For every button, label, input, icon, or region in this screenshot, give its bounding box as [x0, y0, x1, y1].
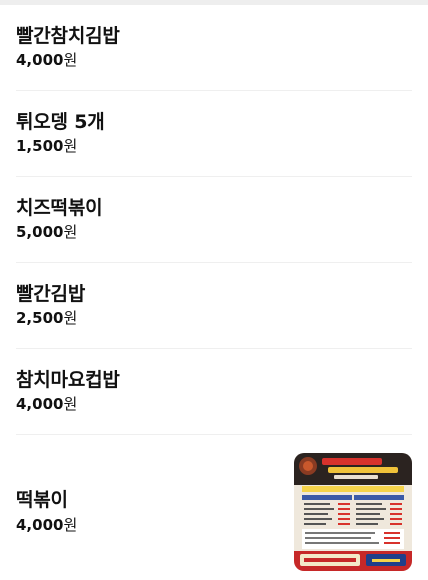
price-value: 2,500	[16, 309, 64, 327]
menu-item-price: 2,500원	[16, 307, 77, 328]
menu-item[interactable]: 빨간김밥 2,500원	[16, 263, 412, 349]
price-value: 4,000	[16, 395, 64, 413]
menu-item-name: 참치마요컵밥	[16, 369, 120, 391]
menu-item-name: 떡볶이	[16, 489, 68, 511]
menu-photo-thumbnail[interactable]	[294, 453, 412, 571]
price-value: 5,000	[16, 223, 64, 241]
price-value: 4,000	[16, 516, 64, 534]
menu-item-price: 1,500원	[16, 135, 77, 156]
price-unit: 원	[63, 137, 78, 155]
menu-item-name: 빨간참치김밥	[16, 25, 120, 47]
menu-item[interactable]: 참치마요컵밥 4,000원	[16, 349, 412, 435]
menu-item-price: 4,000원	[16, 393, 77, 414]
menu-item-price: 4,000원	[16, 514, 77, 535]
menu-board-image	[294, 453, 412, 571]
menu-item-price: 4,000원	[16, 49, 77, 70]
price-unit: 원	[63, 51, 78, 69]
menu-item[interactable]: 떡볶이 4,000원	[16, 435, 412, 575]
menu-item-name: 치즈떡볶이	[16, 197, 103, 219]
menu-item[interactable]: 치즈떡볶이 5,000원	[16, 177, 412, 263]
price-unit: 원	[63, 395, 78, 413]
menu-list: 빨간참치김밥 4,000원 튀오뎅 5개 1,500원 치즈떡볶이 5,000원…	[0, 5, 428, 575]
menu-item-name: 빨간김밥	[16, 283, 86, 305]
menu-item-name: 튀오뎅 5개	[16, 111, 105, 133]
menu-item[interactable]: 튀오뎅 5개 1,500원	[16, 91, 412, 177]
menu-item[interactable]: 빨간참치김밥 4,000원	[16, 5, 412, 91]
menu-item-price: 5,000원	[16, 221, 77, 242]
price-value: 1,500	[16, 137, 64, 155]
price-unit: 원	[63, 309, 78, 327]
price-unit: 원	[63, 223, 78, 241]
price-unit: 원	[63, 516, 78, 534]
price-value: 4,000	[16, 51, 64, 69]
